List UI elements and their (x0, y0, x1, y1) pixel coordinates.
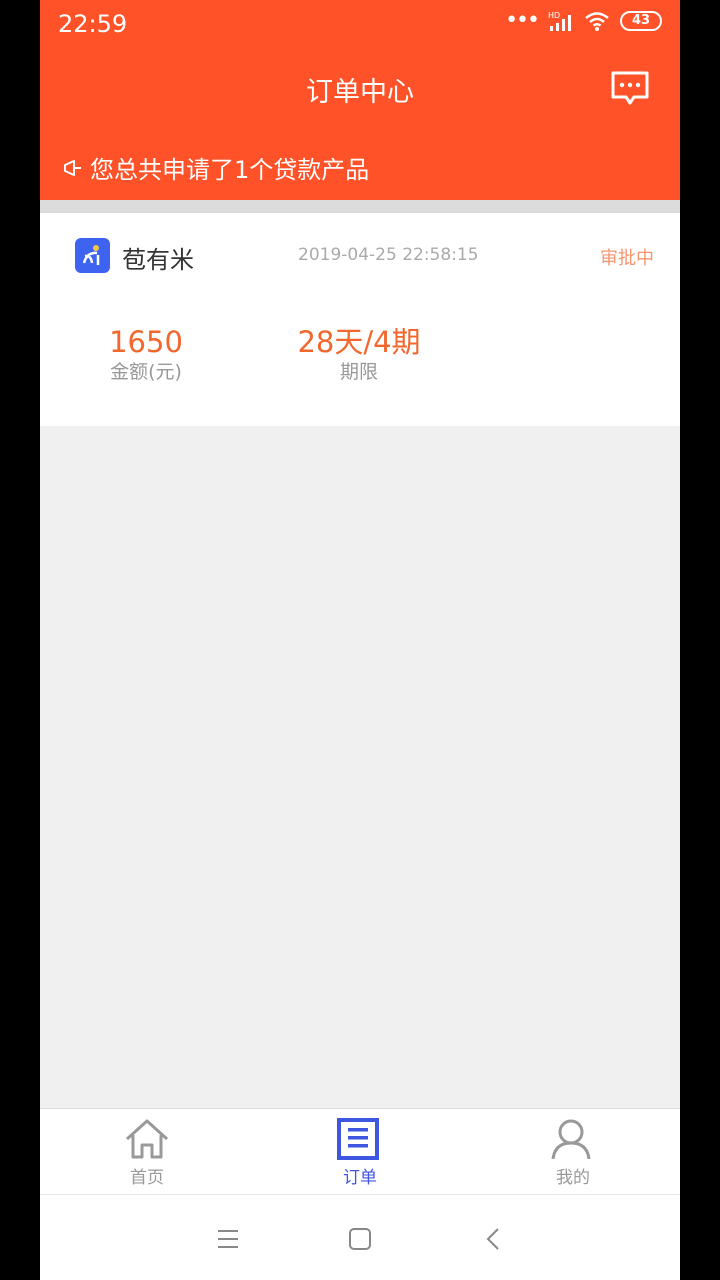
amount-stat: 1650 金额(元) (46, 325, 246, 385)
signal-icon: HD (548, 11, 571, 31)
term-value: 28天/4期 (297, 325, 421, 359)
notice-banner: 您总共申请了1个贷款产品 (62, 150, 369, 185)
megaphone-icon (64, 159, 81, 176)
amount-value: 1650 (109, 325, 183, 359)
home-square-icon[interactable] (346, 1225, 374, 1253)
header: 22:59 ••• HD 43 订单中心 您总共申请了1个贷款产品 (40, 0, 680, 200)
signal-hd-label: HD (548, 11, 560, 20)
tab-orders[interactable]: 订单 (280, 1109, 440, 1195)
back-icon[interactable] (480, 1225, 508, 1253)
page-title: 订单中心 (306, 77, 414, 108)
status-time: 22:59 (58, 10, 128, 38)
notice-text: 您总共申请了1个贷款产品 (90, 156, 370, 184)
bottom-tabbar: 首页 订单 我的 (40, 1108, 680, 1194)
app-name: 苞有米 (122, 246, 194, 274)
tab-mine[interactable]: 我的 (493, 1109, 653, 1195)
app-screen: 22:59 ••• HD 43 订单中心 您总共申请了1个贷款产品 苞有米 20… (40, 0, 680, 1280)
profile-icon (551, 1119, 591, 1160)
divider (40, 200, 680, 213)
more-dots-icon: ••• (505, 8, 540, 33)
tab-orders-label: 订单 (343, 1168, 377, 1188)
term-label: 期限 (339, 361, 378, 383)
term-stat: 28天/4期 期限 (259, 325, 459, 385)
tab-home-label: 首页 (130, 1168, 164, 1188)
home-icon (125, 1119, 169, 1159)
app-logo-icon (75, 238, 110, 273)
battery-indicator: 43 (620, 11, 662, 31)
orders-icon (337, 1118, 379, 1160)
message-icon[interactable] (610, 70, 650, 108)
status-icons: ••• HD 43 (505, 10, 662, 32)
order-time: 2019-04-25 22:58:15 (298, 245, 479, 265)
tab-home[interactable]: 首页 (67, 1109, 227, 1195)
amount-label: 金额(元) (110, 361, 182, 383)
system-nav-bar (40, 1194, 680, 1280)
status-bar: 22:59 ••• HD 43 (40, 0, 680, 46)
menu-icon[interactable] (214, 1225, 242, 1253)
tab-mine-label: 我的 (556, 1168, 590, 1188)
status-badge: 审批中 (600, 248, 654, 269)
wifi-icon (585, 12, 609, 31)
order-card[interactable]: 苞有米 2019-04-25 22:58:15 审批中 1650 金额(元) 2… (40, 213, 680, 426)
